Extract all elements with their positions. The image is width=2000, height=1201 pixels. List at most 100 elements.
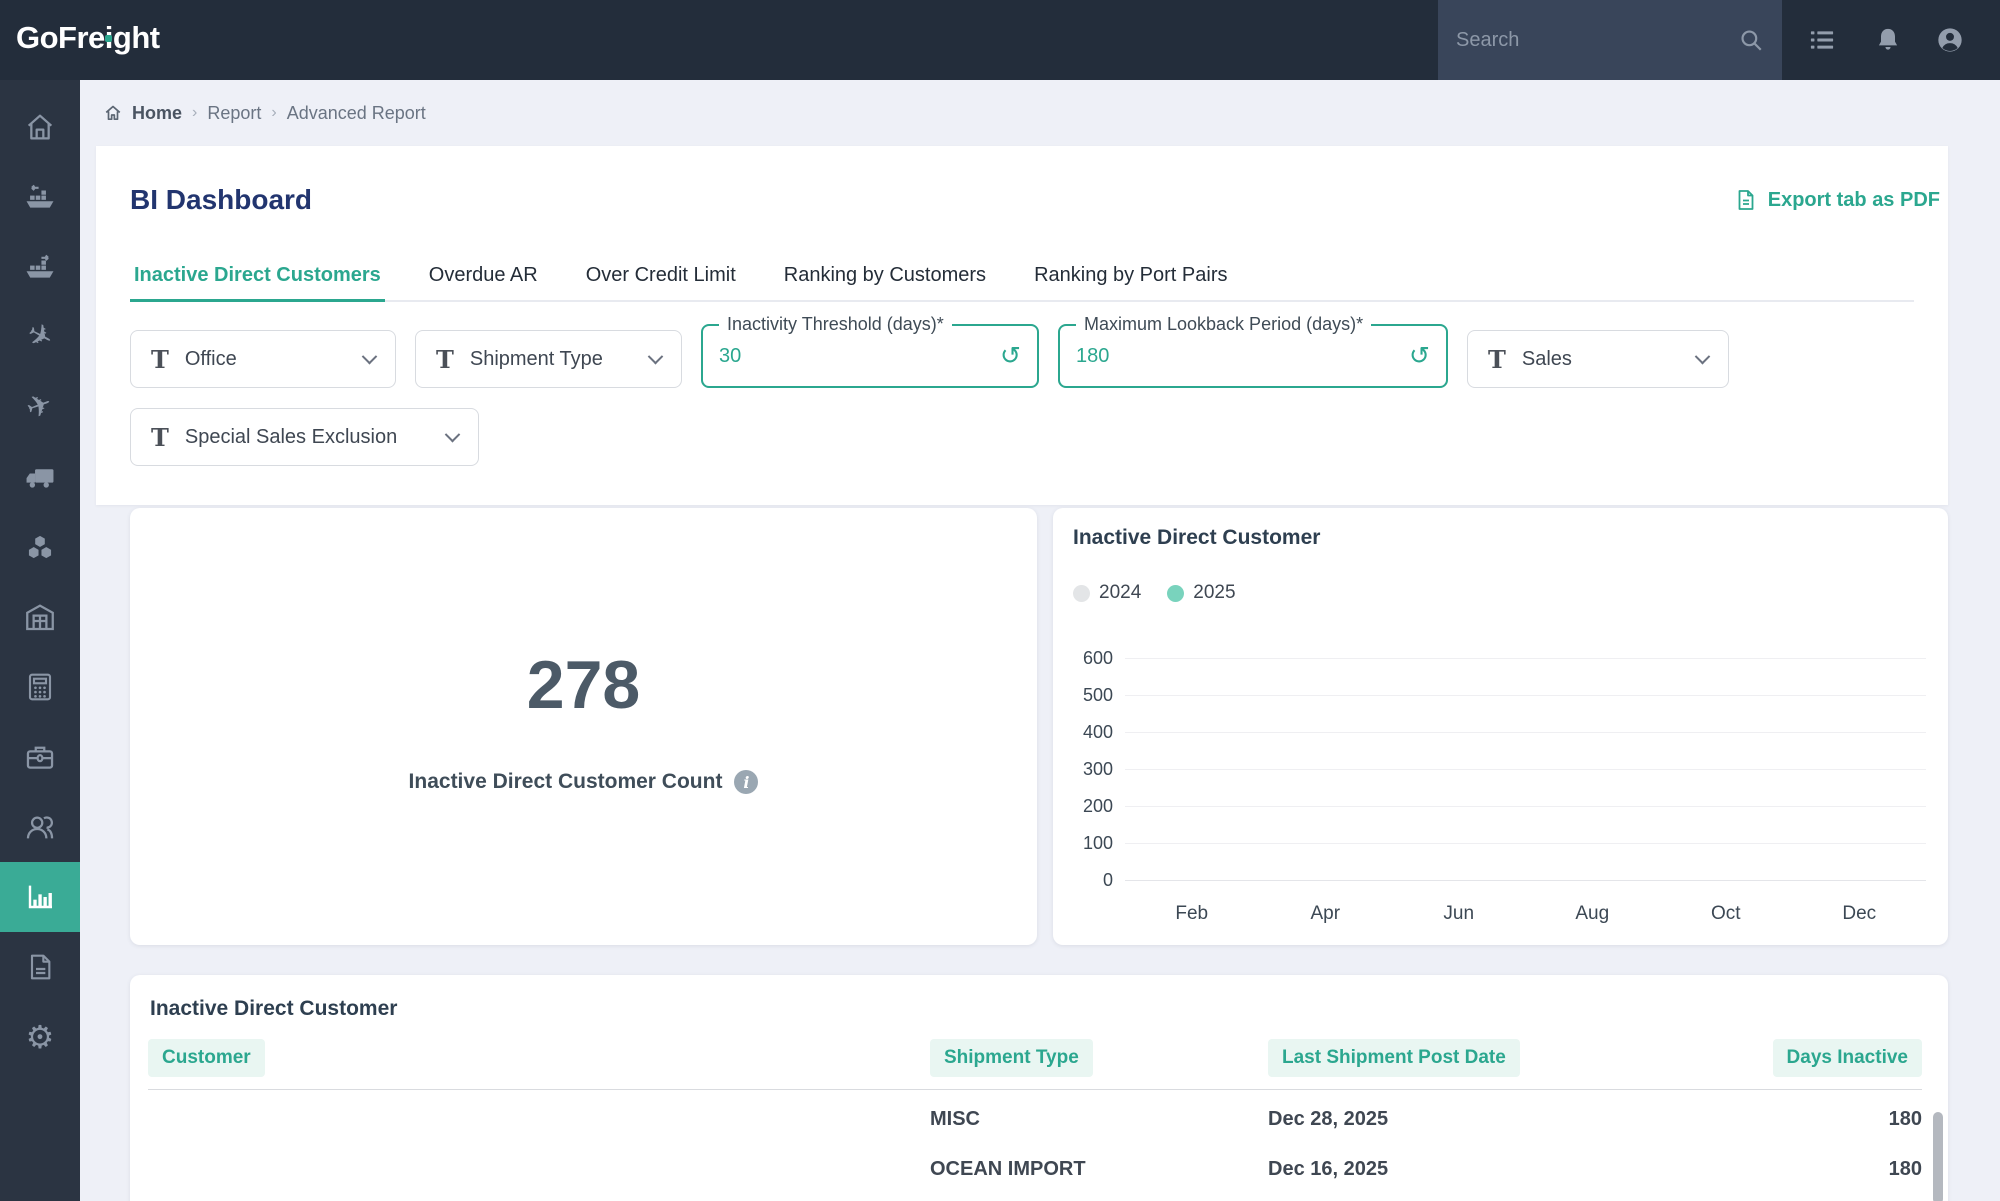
- special-sales-exclusion-label: Special Sales Exclusion: [185, 426, 431, 449]
- app-logo[interactable]: GoFreight: [16, 20, 160, 56]
- legend-swatch-2025: [1167, 585, 1184, 602]
- special-sales-exclusion-filter[interactable]: T Special Sales Exclusion: [130, 408, 479, 466]
- shipment-type-cell: MISC: [930, 1108, 1268, 1131]
- breadcrumb-advanced-report[interactable]: Advanced Report: [287, 103, 426, 124]
- breadcrumb-report[interactable]: Report: [207, 103, 261, 124]
- truck-icon: [23, 460, 57, 494]
- filter-row-1: T Office T Shipment Type Inactivity Thre…: [130, 330, 1729, 388]
- page-title: BI Dashboard: [130, 184, 312, 216]
- gridline-y-200: [1125, 806, 1926, 807]
- calculator-icon: [24, 671, 56, 703]
- column-header-customer[interactable]: Customer: [148, 1039, 265, 1077]
- column-header-last-shipment-post-date[interactable]: Last Shipment Post Date: [1268, 1039, 1520, 1077]
- sidebar-item-settings[interactable]: ⚙: [0, 1002, 80, 1072]
- top-header: GoFreight: [0, 0, 2000, 80]
- inactive-customers-table-card: Inactive Direct Customer Customer Shipme…: [130, 975, 1948, 1201]
- table-row[interactable]: MISC Dec 28, 2025 180: [148, 1094, 1922, 1144]
- user-avatar-icon[interactable]: [1936, 26, 1964, 54]
- column-header-shipment-type[interactable]: Shipment Type: [930, 1039, 1093, 1077]
- text-filter-icon: T: [151, 345, 169, 374]
- tab-inactive-direct-customers[interactable]: Inactive Direct Customers: [130, 264, 385, 302]
- max-lookback-field: Maximum Lookback Period (days)* ↺: [1058, 324, 1448, 388]
- legend-label-2024: 2024: [1099, 582, 1141, 604]
- gear-icon: ⚙: [26, 1021, 55, 1053]
- shipment-type-cell: OCEAN IMPORT: [930, 1158, 1268, 1181]
- table-row[interactable]: OCEAN IMPORT Dec 16, 2025 180: [148, 1144, 1922, 1194]
- reset-icon[interactable]: ↺: [1000, 344, 1021, 369]
- last-shipment-date-cell: Dec 16, 2025: [1268, 1158, 1600, 1181]
- export-pdf-button[interactable]: Export tab as PDF: [1734, 188, 1940, 212]
- inactivity-threshold-label: Inactivity Threshold (days)*: [719, 314, 952, 335]
- sidebar-item-reports[interactable]: [0, 862, 80, 932]
- gridline-y-100: [1125, 843, 1926, 844]
- tab-ranking-by-port-pairs[interactable]: Ranking by Port Pairs: [1030, 264, 1231, 300]
- breadcrumb-home[interactable]: Home: [132, 103, 182, 124]
- breadcrumb-home-icon[interactable]: [104, 104, 122, 122]
- cargo-boxes-icon: [24, 531, 56, 563]
- office-filter[interactable]: T Office: [130, 330, 396, 388]
- chevron-down-icon: [648, 348, 664, 364]
- dashboard-panel: BI Dashboard Export tab as PDF Inactive …: [96, 146, 1948, 505]
- text-filter-icon: T: [151, 423, 169, 452]
- y-tick-label: 0: [1061, 870, 1113, 891]
- inactivity-threshold-input[interactable]: [719, 345, 1000, 368]
- chevron-down-icon: [445, 426, 461, 442]
- home-icon: [24, 111, 56, 143]
- info-icon[interactable]: i: [734, 770, 758, 794]
- column-header-days-inactive[interactable]: Days Inactive: [1773, 1039, 1922, 1077]
- legend-item-2024[interactable]: 2024: [1073, 582, 1141, 604]
- y-tick-label: 100: [1061, 833, 1113, 854]
- sidebar-item-ship-import[interactable]: [0, 162, 80, 232]
- sidebar-item-customers[interactable]: [0, 792, 80, 862]
- notifications-bell-icon[interactable]: [1874, 26, 1902, 54]
- x-tick-label: Aug: [1575, 903, 1609, 925]
- x-tick-label: Apr: [1310, 903, 1340, 925]
- table-header-row: Customer Shipment Type Last Shipment Pos…: [148, 1035, 1922, 1081]
- chevron-down-icon: [1695, 348, 1711, 364]
- plane-arrival-icon: ✈: [22, 318, 58, 356]
- reset-icon[interactable]: ↺: [1409, 344, 1430, 369]
- filter-row-2: T Special Sales Exclusion: [130, 408, 479, 466]
- max-lookback-input[interactable]: [1076, 345, 1409, 368]
- text-filter-icon: T: [1488, 345, 1506, 374]
- users-icon: [23, 810, 57, 844]
- y-tick-label: 200: [1061, 796, 1113, 817]
- legend-item-2025[interactable]: 2025: [1167, 582, 1235, 604]
- sidebar-item-cargo[interactable]: [0, 512, 80, 582]
- gridline-y-300: [1125, 769, 1926, 770]
- breadcrumb-separator: ›: [271, 104, 276, 122]
- plane-departure-icon: ✈: [23, 389, 57, 426]
- sidebar-item-documents[interactable]: [0, 932, 80, 1002]
- sidebar-item-home[interactable]: [0, 92, 80, 162]
- bar-chart-icon: [24, 881, 56, 913]
- tab-over-credit-limit[interactable]: Over Credit Limit: [582, 264, 740, 300]
- sidebar-item-accounting[interactable]: [0, 652, 80, 722]
- pdf-document-icon: [1734, 188, 1758, 212]
- tab-overdue-ar[interactable]: Overdue AR: [425, 264, 542, 300]
- search-icon[interactable]: [1738, 27, 1764, 53]
- gridline-y-600: [1125, 658, 1926, 659]
- last-shipment-date-cell: Dec 28, 2025: [1268, 1108, 1600, 1131]
- search-input[interactable]: [1456, 29, 1738, 52]
- text-filter-icon: T: [436, 345, 454, 374]
- sidebar-item-business[interactable]: [0, 722, 80, 792]
- sidebar-item-air-export[interactable]: ✈: [0, 372, 80, 442]
- shipment-type-filter-label: Shipment Type: [470, 348, 634, 371]
- table-title: Inactive Direct Customer: [150, 997, 397, 1021]
- sidebar-item-trucking[interactable]: [0, 442, 80, 512]
- tab-ranking-by-customers[interactable]: Ranking by Customers: [780, 264, 990, 300]
- ship-export-icon: [23, 250, 57, 284]
- page-scrollbar-thumb[interactable]: [1933, 1112, 1943, 1201]
- x-tick-label: Dec: [1842, 903, 1876, 925]
- legend-swatch-2024: [1073, 585, 1090, 602]
- kpi-label: Inactive Direct Customer Count: [409, 770, 723, 794]
- sidebar-item-ship-export[interactable]: [0, 232, 80, 302]
- legend-label-2025: 2025: [1193, 582, 1235, 604]
- sidebar-item-warehouse[interactable]: [0, 582, 80, 652]
- sales-filter[interactable]: T Sales: [1467, 330, 1729, 388]
- chart-legend: 2024 2025: [1073, 582, 1236, 604]
- shipment-type-filter[interactable]: T Shipment Type: [415, 330, 682, 388]
- sidebar-item-air-import[interactable]: ✈: [0, 302, 80, 372]
- task-list-icon[interactable]: [1808, 26, 1836, 54]
- inactive-customers-table: Customer Shipment Type Last Shipment Pos…: [148, 1035, 1922, 1194]
